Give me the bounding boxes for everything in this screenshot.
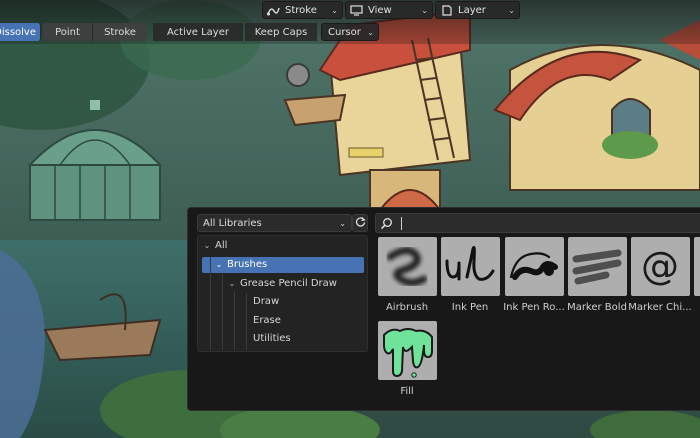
asset-search-input[interactable]: [375, 213, 700, 233]
chevron-down-icon: ⌄: [508, 5, 515, 15]
mode-stroke-label: Stroke: [104, 26, 136, 38]
marker-bold-stroke-icon: [572, 249, 622, 285]
mode-point-label: Point: [55, 26, 80, 38]
text-caret: [401, 217, 402, 230]
layer-menu[interactable]: Layer ⌄: [435, 1, 520, 19]
mode-stroke-button[interactable]: Stroke: [93, 23, 147, 41]
asset-label: Airbrush: [385, 302, 429, 313]
layer-menu-label: Layer: [458, 4, 486, 16]
keep-caps-label: Keep Caps: [254, 26, 308, 38]
tree-item-brushes[interactable]: ⌄ Brushes: [214, 256, 268, 273]
mode-dissolve-label: Dissolve: [0, 26, 36, 38]
tree-item-label: Grease Pencil Draw: [240, 278, 337, 289]
tool-options: Dissolve Point Stroke Active Layer Keep …: [0, 22, 381, 42]
asset-marker-bold[interactable]: [568, 237, 627, 296]
asset-label: Ink Pen: [451, 302, 489, 313]
asset-fill[interactable]: [378, 321, 437, 380]
chevron-down-icon[interactable]: ⌄: [214, 260, 224, 269]
chevron-down-icon: ⌄: [339, 218, 346, 228]
library-select[interactable]: All Libraries ⌄: [197, 214, 352, 232]
tree-item-label: All: [215, 240, 228, 251]
chevron-down-icon[interactable]: ⌄: [227, 279, 237, 288]
asset-partial-next[interactable]: [694, 237, 700, 296]
tree-item-label: Draw: [253, 296, 280, 307]
asset-ink-pen[interactable]: [441, 237, 500, 296]
tree-guide-line: [210, 257, 211, 350]
active-layer-toggle[interactable]: Active Layer: [153, 23, 243, 41]
tree-item-label: Utilities: [253, 333, 291, 344]
asset-marker-chisel[interactable]: @: [631, 237, 690, 296]
tree-item-draw[interactable]: Draw: [253, 293, 279, 310]
fill-drip-icon: [383, 328, 433, 378]
asset-label: Marker Chi...: [628, 302, 692, 313]
asset-label: Marker Bold: [567, 302, 627, 313]
asset-label: Fill: [400, 386, 414, 397]
ink-pen-stroke-icon: [445, 246, 495, 281]
cursor-menu[interactable]: Cursor ⌄: [321, 23, 379, 41]
airbrush-stroke-icon: [386, 247, 428, 287]
tree-item-all[interactable]: ⌄ All: [202, 237, 228, 254]
asset-ink-pen-rough[interactable]: [505, 237, 564, 296]
marker-chisel-stroke-icon: @: [641, 244, 679, 288]
search-icon: [380, 217, 393, 233]
refresh-icon: [355, 216, 366, 230]
header-menus: Stroke ⌄ View ⌄ Layer ⌄: [262, 1, 522, 21]
mode-point-button[interactable]: Point: [43, 23, 93, 41]
monitor-icon: [350, 4, 363, 16]
view-menu-label: View: [368, 4, 392, 16]
tree-item-grease-pencil-draw[interactable]: ⌄ Grease Pencil Draw: [227, 275, 337, 292]
tree-item-label: Erase: [253, 315, 281, 326]
library-select-value: All Libraries: [203, 217, 262, 229]
keep-caps-toggle[interactable]: Keep Caps: [245, 23, 317, 41]
refresh-button[interactable]: [352, 214, 368, 232]
mode-dissolve-button[interactable]: Dissolve: [0, 23, 41, 41]
active-layer-label: Active Layer: [167, 26, 229, 38]
tree-item-erase[interactable]: Erase: [253, 312, 281, 329]
stroke-menu[interactable]: Stroke ⌄: [262, 1, 343, 19]
layer-document-icon: [440, 4, 453, 16]
chevron-down-icon: ⌄: [421, 5, 428, 15]
svg-text:@: @: [641, 244, 679, 288]
asset-label: Ink Pen Ro...: [503, 302, 565, 313]
chevron-down-icon: ⌄: [331, 5, 338, 15]
tree-item-label: Brushes: [227, 259, 268, 270]
asset-airbrush[interactable]: [378, 237, 437, 296]
ink-pen-rough-stroke-icon: [509, 252, 558, 280]
chevron-down-icon[interactable]: ⌄: [202, 241, 212, 250]
stroke-menu-label: Stroke: [285, 4, 317, 16]
tree-item-utilities[interactable]: Utilities: [253, 330, 291, 347]
cursor-menu-label: Cursor: [328, 26, 361, 38]
view-menu[interactable]: View ⌄: [345, 1, 433, 19]
stroke-curve-icon: [267, 5, 280, 16]
tree-guide-line: [234, 291, 235, 350]
tree-guide-line: [222, 274, 223, 350]
chevron-down-icon: ⌄: [367, 27, 374, 37]
tree-guide-line: [246, 293, 247, 350]
